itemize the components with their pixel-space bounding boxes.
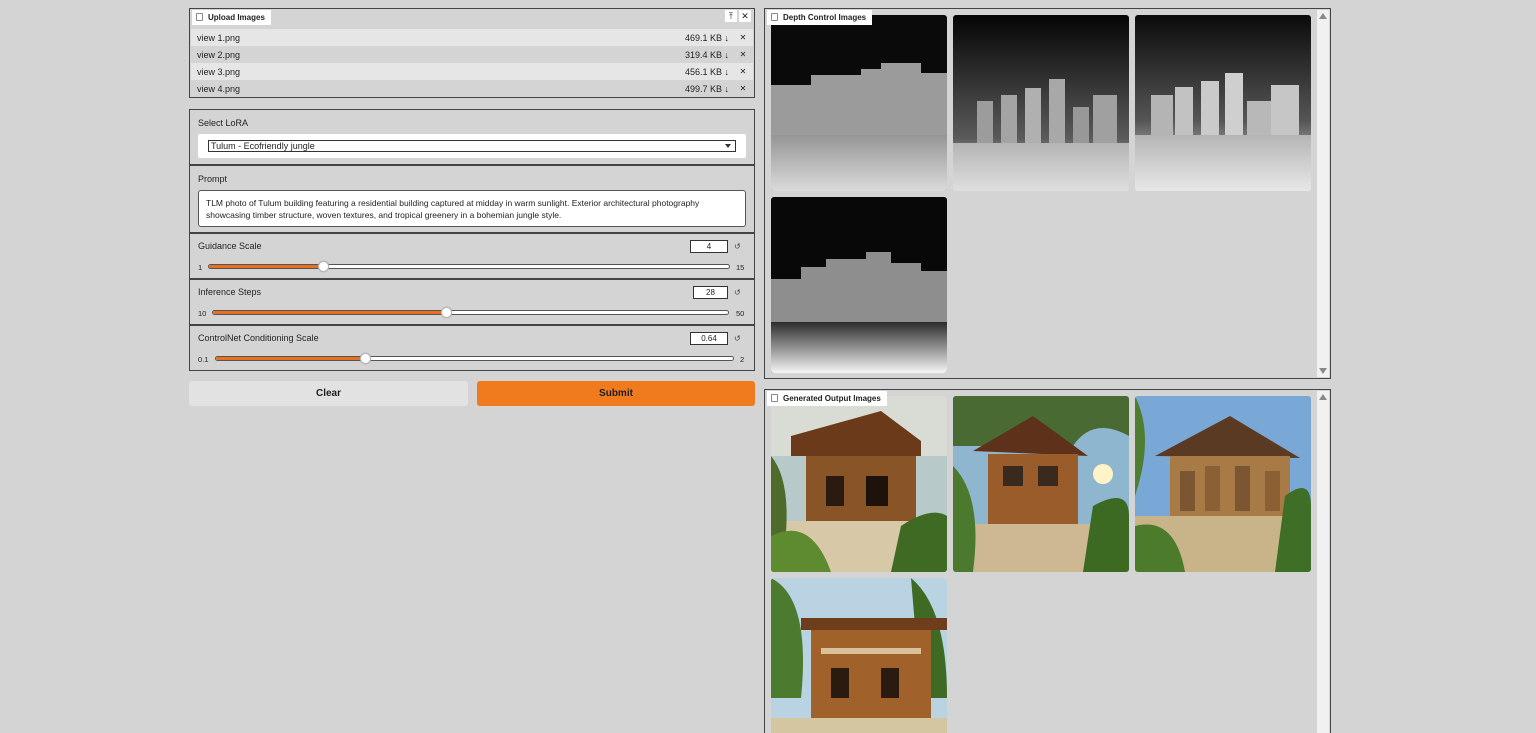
file-size-download[interactable]: 456.1 KB ↓ [659,67,729,77]
chevron-down-icon [725,144,731,148]
lora-label: Select LoRA [198,118,249,128]
file-size-download[interactable]: 499.7 KB ↓ [659,84,729,94]
lora-block: Select LoRA Tulum - Ecofriendly jungle [189,109,755,165]
depth-image-thumbnail[interactable] [771,15,947,191]
controlnet-max: 2 [740,355,745,364]
file-row: view 3.png 456.1 KB ↓ ✕ [191,63,753,80]
lora-selected-value: Tulum - Ecofriendly jungle [211,141,315,151]
file-size-download[interactable]: 319.4 KB ↓ [659,50,729,60]
close-icon[interactable]: ✕ [739,10,751,22]
prompt-label: Prompt [198,174,228,184]
controlnet-number-input[interactable]: 0.64 [690,332,728,345]
slider-fill [216,357,366,360]
upload-images-label: Upload Images [208,13,265,22]
controlnet-block: ControlNet Conditioning Scale 0.64 ↺ 0.1… [189,325,755,371]
upload-images-label-tag: Upload Images [192,10,271,25]
file-size-download[interactable]: 469.1 KB ↓ [659,33,729,43]
steps-label: Inference Steps [198,287,262,297]
generated-house-image-2 [953,396,1129,572]
generated-house-image-3 [1135,396,1311,572]
image-icon [771,394,778,402]
steps-slider[interactable] [212,307,729,318]
file-name: view 4.png [197,83,241,94]
reset-icon[interactable]: ↺ [734,334,741,343]
output-image-thumbnail[interactable] [1135,396,1311,572]
image-icon [771,13,778,21]
remove-file-icon[interactable]: ✕ [737,50,749,59]
reset-icon[interactable]: ↺ [734,242,741,251]
depth-control-gallery[interactable]: Depth Control Images [764,8,1331,379]
guidance-label: Guidance Scale [198,241,262,251]
guidance-slider[interactable] [208,261,730,272]
upload-images-panel[interactable]: Upload Images ⤒ ✕ view 1.png 469.1 KB ↓ … [189,8,755,98]
steps-block: Inference Steps 28 ↺ 10 50 [189,279,755,325]
prompt-textarea[interactable]: TLM photo of Tulum building featuring a … [198,190,746,227]
output-gallery-scrollbar[interactable] [1317,391,1329,733]
depth-image-thumbnail[interactable] [1135,15,1311,191]
generated-output-gallery[interactable]: Generated Output Images [764,389,1331,733]
slider-thumb[interactable] [441,307,452,318]
remove-file-icon[interactable]: ✕ [737,33,749,42]
depth-gallery-scrollbar[interactable] [1317,10,1329,377]
controlnet-min: 0.1 [198,355,209,364]
output-image-thumbnail[interactable] [771,578,947,733]
generated-house-image-4 [771,578,947,733]
steps-number-input[interactable]: 28 [693,286,728,299]
file-row: view 2.png 319.4 KB ↓ ✕ [191,46,753,63]
output-image-thumbnail[interactable] [953,396,1129,572]
depth-map-image-2 [953,15,1129,191]
clear-button[interactable]: Clear [189,381,468,406]
scroll-up-arrow-icon[interactable] [1319,394,1327,400]
submit-button[interactable]: Submit [477,381,755,406]
depth-image-thumbnail[interactable] [953,15,1129,191]
upload-icon[interactable]: ⤒ [725,10,737,22]
file-name: view 2.png [197,49,241,60]
slider-thumb[interactable] [360,353,371,364]
output-gallery-label: Generated Output Images [783,394,881,403]
guidance-max: 15 [736,263,745,272]
guidance-min: 1 [198,263,203,272]
guidance-block: Guidance Scale 4 ↺ 1 15 [189,233,755,279]
file-row: view 4.png 499.7 KB ↓ ✕ [191,80,753,97]
depth-image-thumbnail[interactable] [771,197,947,373]
file-name: view 1.png [197,32,241,43]
scroll-up-arrow-icon[interactable] [1319,13,1327,19]
generated-house-image-1 [771,396,947,572]
remove-file-icon[interactable]: ✕ [737,67,749,76]
output-image-thumbnail[interactable] [771,396,947,572]
file-row: view 1.png 469.1 KB ↓ ✕ [191,29,753,46]
depth-map-image-1 [771,15,947,191]
file-name: view 3.png [197,66,241,77]
slider-fill [213,311,447,314]
controlnet-label: ControlNet Conditioning Scale [198,333,319,343]
steps-max: 50 [736,309,745,318]
controlnet-slider[interactable] [215,353,734,364]
guidance-number-input[interactable]: 4 [690,240,728,253]
depth-map-image-4 [771,197,947,373]
prompt-block: Prompt TLM photo of Tulum building featu… [189,165,755,233]
depth-gallery-label: Depth Control Images [783,13,867,22]
depth-map-image-3 [1135,15,1311,191]
output-gallery-label-tag: Generated Output Images [767,391,887,406]
depth-gallery-label-tag: Depth Control Images [767,10,873,25]
steps-min: 10 [198,309,207,318]
lora-dropdown[interactable]: Tulum - Ecofriendly jungle [198,134,746,158]
remove-file-icon[interactable]: ✕ [737,84,749,93]
slider-fill [209,265,323,268]
scroll-down-arrow-icon[interactable] [1319,368,1327,374]
slider-thumb[interactable] [318,261,329,272]
reset-icon[interactable]: ↺ [734,288,741,297]
file-icon [196,13,203,21]
